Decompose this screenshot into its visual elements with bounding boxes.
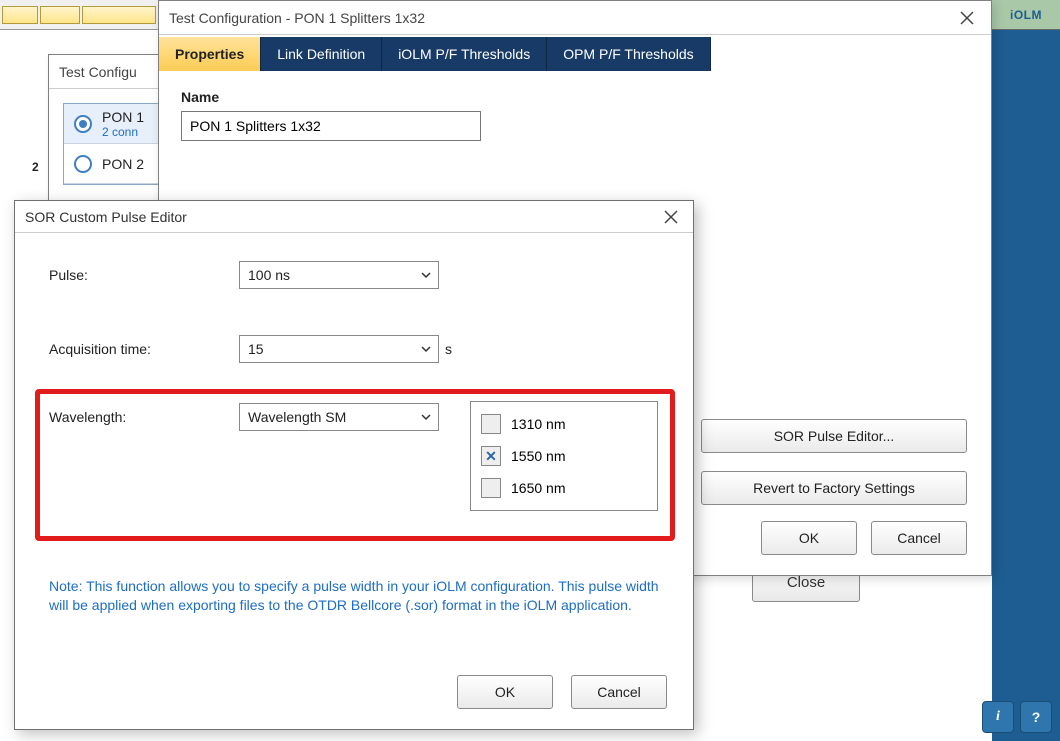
- button-label: Cancel: [897, 530, 941, 546]
- chevron-down-icon: [418, 341, 434, 357]
- right-panel: iOLM i ?: [992, 0, 1060, 741]
- close-button[interactable]: [947, 4, 987, 32]
- ok-button[interactable]: OK: [761, 521, 857, 555]
- tab-label: Properties: [175, 46, 244, 62]
- close-icon: [664, 210, 678, 224]
- wavelength-checklist: 1310 nm ✕ 1550 nm 1650 nm: [470, 401, 658, 511]
- ruler-segment: [2, 6, 38, 24]
- tab-label: OPM P/F Thresholds: [563, 46, 693, 62]
- tab-link-definition[interactable]: Link Definition: [261, 37, 382, 71]
- ok-button[interactable]: OK: [457, 675, 553, 709]
- button-label: OK: [799, 530, 819, 546]
- wavelength-option[interactable]: ✕ 1550 nm: [481, 440, 647, 472]
- combobox-value: 100 ns: [248, 267, 290, 283]
- sor-pulse-editor-button[interactable]: SOR Pulse Editor...: [701, 419, 967, 453]
- config-row-name: PON 2: [102, 156, 144, 172]
- config-row-sub: 2 conn: [102, 125, 144, 139]
- cancel-button[interactable]: Cancel: [571, 675, 667, 709]
- wavelength-option[interactable]: 1310 nm: [481, 408, 647, 440]
- tab-iolm-thresholds[interactable]: iOLM P/F Thresholds: [382, 37, 547, 71]
- wavelength-option-label: 1310 nm: [511, 416, 565, 432]
- pulse-label: Pulse:: [49, 267, 239, 283]
- wavelength-label: Wavelength:: [49, 409, 239, 425]
- tab-label: iOLM P/F Thresholds: [398, 46, 530, 62]
- sor-custom-pulse-editor-dialog: SOR Custom Pulse Editor Pulse: 100 ns Ac…: [14, 200, 694, 730]
- tab-opm-thresholds[interactable]: OPM P/F Thresholds: [547, 37, 710, 71]
- radio-icon[interactable]: [74, 115, 92, 133]
- dialog-title: Test Configu: [59, 64, 137, 80]
- info-icon-button[interactable]: i: [982, 701, 1014, 733]
- combobox-value: 15: [248, 341, 264, 357]
- dialog-titlebar[interactable]: SOR Custom Pulse Editor: [15, 201, 693, 233]
- button-label: OK: [495, 684, 515, 700]
- help-icon-button[interactable]: ?: [1020, 701, 1052, 733]
- acquisition-units: s: [445, 341, 452, 357]
- button-label: Revert to Factory Settings: [753, 480, 915, 496]
- button-label: Close: [787, 574, 825, 591]
- ruler-segment: [40, 6, 80, 24]
- wavelength-combobox[interactable]: Wavelength SM: [239, 403, 439, 431]
- ruler-segment: [82, 6, 156, 24]
- wavelength-option-label: 1550 nm: [511, 448, 565, 464]
- chevron-down-icon: [418, 267, 434, 283]
- revert-factory-button[interactable]: Revert to Factory Settings: [701, 471, 967, 505]
- note-text: Note: This function allows you to specif…: [49, 577, 659, 615]
- tab-label: Link Definition: [277, 46, 365, 62]
- config-row-name: PON 1: [102, 109, 144, 125]
- pulse-combobox[interactable]: 100 ns: [239, 261, 439, 289]
- button-label: SOR Pulse Editor...: [774, 428, 895, 444]
- cancel-button[interactable]: Cancel: [871, 521, 967, 555]
- checkbox-icon[interactable]: [481, 478, 501, 498]
- acquisition-time-label: Acquisition time:: [49, 341, 239, 357]
- wavelength-option-label: 1650 nm: [511, 480, 565, 496]
- ruler-mark: 2: [32, 160, 39, 174]
- wavelength-option[interactable]: 1650 nm: [481, 472, 647, 504]
- radio-icon[interactable]: [74, 155, 92, 173]
- button-label: Cancel: [597, 684, 641, 700]
- chevron-down-icon: [418, 409, 434, 425]
- name-label: Name: [181, 89, 969, 105]
- acquisition-time-combobox[interactable]: 15: [239, 335, 439, 363]
- right-badge: iOLM: [992, 0, 1060, 30]
- dialog-title: SOR Custom Pulse Editor: [25, 209, 187, 225]
- close-icon: [960, 11, 974, 25]
- close-button[interactable]: [651, 203, 691, 231]
- dialog-title: Test Configuration - PON 1 Splitters 1x3…: [169, 10, 425, 26]
- combobox-value: Wavelength SM: [248, 409, 346, 425]
- tab-properties[interactable]: Properties: [159, 37, 261, 71]
- name-input[interactable]: [181, 111, 481, 141]
- tab-bar: Properties Link Definition iOLM P/F Thre…: [159, 37, 991, 71]
- checkbox-icon[interactable]: [481, 414, 501, 434]
- dialog-titlebar[interactable]: Test Configuration - PON 1 Splitters 1x3…: [159, 1, 991, 35]
- checkbox-icon[interactable]: ✕: [481, 446, 501, 466]
- ruler-mark-major: 2: [32, 160, 39, 174]
